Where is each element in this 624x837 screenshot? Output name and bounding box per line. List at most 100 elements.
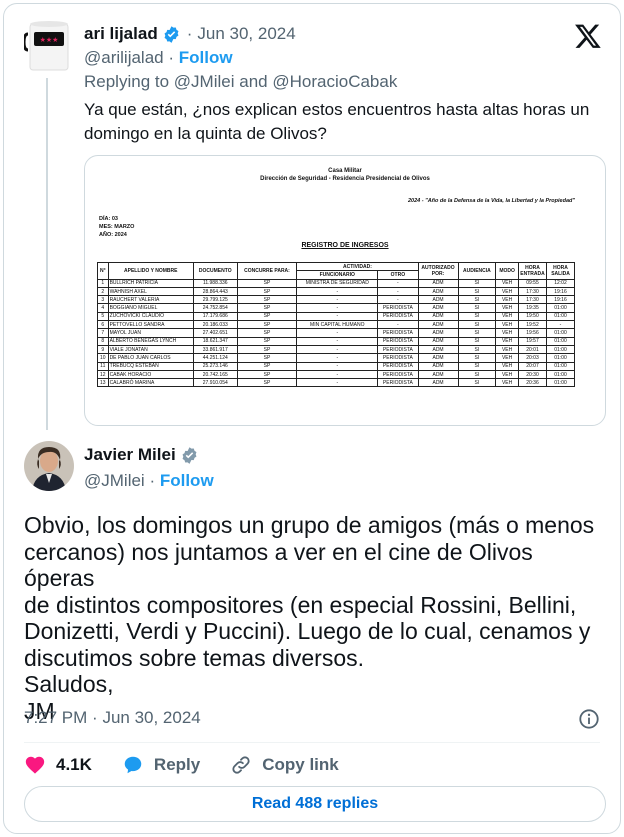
cell-documento: 27.910.054 [192,378,238,388]
col-audiencia: AUDIENCIA [457,262,497,280]
cell-salida: 01:00 [546,303,575,313]
cell-n: 5 [97,311,109,322]
cell-entrada: 17:30 [518,295,547,305]
main-handle-row: @JMilei · Follow [84,471,214,491]
cell-modo: VEH [495,369,519,380]
info-icon[interactable] [578,708,600,730]
cell-n: 3 [97,295,109,305]
cell-documento: 17.179.686 [192,311,238,322]
link-icon [232,756,250,774]
tweet-timestamp[interactable]: 7:27 PM · Jun 30, 2024 [24,708,201,728]
mug-avatar-image: ★★★ [22,21,69,71]
verified-badge-icon [182,446,197,464]
copy-link-button[interactable]: Copy link [230,754,339,776]
follow-button-main[interactable]: Follow [160,471,214,490]
cell-audiencia: SI [457,361,497,371]
replying-to-line: Replying to @JMilei and @HoracioCabak [84,72,397,92]
cell-audiencia: SI [457,295,497,305]
cell-concurre: SP [236,378,298,388]
tweet-text-line: Obvio, los domingos un grupo de amigos (… [24,512,595,538]
x-logo-icon[interactable] [574,22,602,50]
parent-handle-row: @arilijalad · Follow [84,48,233,68]
cell-apellido: BOGGIANO MIGUEL [107,303,194,313]
dot-separator: · [186,24,193,43]
speech-bubble-icon [124,756,142,774]
parent-handle[interactable]: @arilijalad [84,48,164,67]
cell-modo: VEH [495,336,519,346]
col-concurre: CONCURRE PARA: [236,262,298,280]
table-row: 12 CABAK HORACIO 20.742.165 SP - PERIODISTA AD… [97,369,575,380]
avatar-javier-milei[interactable] [24,441,74,491]
cell-audiencia: SI [457,344,497,355]
avatar-ari-lijalad[interactable]: ★★★ [22,18,74,74]
dot-separator: · [149,471,160,490]
main-handle[interactable]: @JMilei [84,471,145,490]
cell-salida: 12:02 [546,278,575,288]
col-actividad: ACTIVIDAD: [296,261,419,272]
doc-motto: 2024 - "Año de la Defensa de la Vida, la… [407,198,575,204]
cell-modo: VEH [495,286,519,297]
cell-modo: VEH [495,320,519,330]
tweet-text-line: Saludos, [24,671,114,697]
cell-n: 11 [97,361,109,371]
cell-funcionario: - [296,378,379,388]
cell-n: 13 [97,378,109,388]
parent-author-name[interactable]: ari lijalad [84,24,158,44]
table-row: 2 WAHNISH AXEL 28.864.443 SP - - ADM SI VEH 17:30… [97,286,575,297]
cell-funcionario: - [296,353,379,363]
cell-n: 6 [97,320,109,330]
cell-documento: 27.402.651 [192,328,238,338]
parent-tweet-date[interactable]: Jun 30, 2024 [197,24,295,44]
col-apellido: APELLIDO Y NOMBRE [107,262,194,280]
cell-otro: - [377,286,419,297]
read-replies-button[interactable]: Read 488 replies [24,786,606,822]
table-row: 1 BULLRICH PATRICIA 11.988.336 SP MINISTRA D… [97,278,575,288]
dot-separator: · [168,48,179,67]
cell-concurre: SP [236,361,298,371]
col-otro: OTRO [377,270,419,280]
cell-otro: PERIODISTA [377,336,419,346]
cell-autorizado: ADM [417,278,459,288]
cell-documento: 11.988.336 [192,278,238,288]
cell-funcionario: MIN CAPITAL HUMANO [296,320,379,330]
registro-document: Casa Militar Dirección de Seguridad - Re… [85,156,605,425]
cell-n: 2 [97,286,109,297]
cell-funcionario: - [296,286,379,297]
cell-audiencia: SI [457,369,497,380]
doc-mes: MES: MARZO [99,224,135,230]
cell-entrada: 19:50 [518,311,547,322]
like-button[interactable]: 4.1K [24,754,92,776]
copy-link-label: Copy link [262,755,339,774]
table-row: 3 RAUCHERT VALERIA 29.799.125 SP - - ADM SI VEH 1… [97,295,575,305]
registro-table-body: 1 BULLRICH PATRICIA 11.988.336 SP MINISTRA D… [97,278,575,388]
cell-audiencia: SI [457,311,497,322]
divider [24,742,600,743]
cell-otro: - [377,320,419,330]
cell-otro: - [377,278,419,288]
cell-apellido: CABAK HORACIO [107,369,194,380]
profile-photo [24,441,74,491]
mention-jmilei[interactable]: @JMilei [174,72,235,91]
cell-documento: 28.864.443 [192,286,238,297]
reply-button[interactable]: Reply [122,754,200,776]
replying-prefix: Replying to [84,72,170,91]
cell-apellido: VIALE JONATAN [107,344,194,355]
cell-salida: 01:00 [546,353,575,363]
cell-n: 12 [97,369,109,380]
tweet-time: 7:27 PM [24,708,88,727]
cell-funcionario: - [296,295,379,305]
cell-n: 1 [97,278,109,288]
mention-horaciocabak[interactable]: @HoracioCabak [272,72,397,91]
tweet-text-line: de distintos compositores (en especial R… [24,591,577,618]
cell-entrada: 20:30 [518,369,547,380]
cell-entrada: 09:55 [518,278,547,288]
cell-documento: 25.273.146 [192,361,238,371]
col-hora-entrada: HORA ENTRADA [518,262,547,280]
follow-button-parent[interactable]: Follow [179,48,233,67]
table-row: 5 ZUCHOVICKI CLAUDIO 17.179.686 SP - PERIODIS… [97,311,575,322]
cell-otro: PERIODISTA [377,344,419,355]
col-funcionario: FUNCIONARIO [296,270,379,280]
attached-document-image[interactable]: Casa Militar Dirección de Seguridad - Re… [84,155,606,426]
main-author-name[interactable]: Javier Milei [84,445,176,465]
cell-otro: PERIODISTA [377,311,419,322]
